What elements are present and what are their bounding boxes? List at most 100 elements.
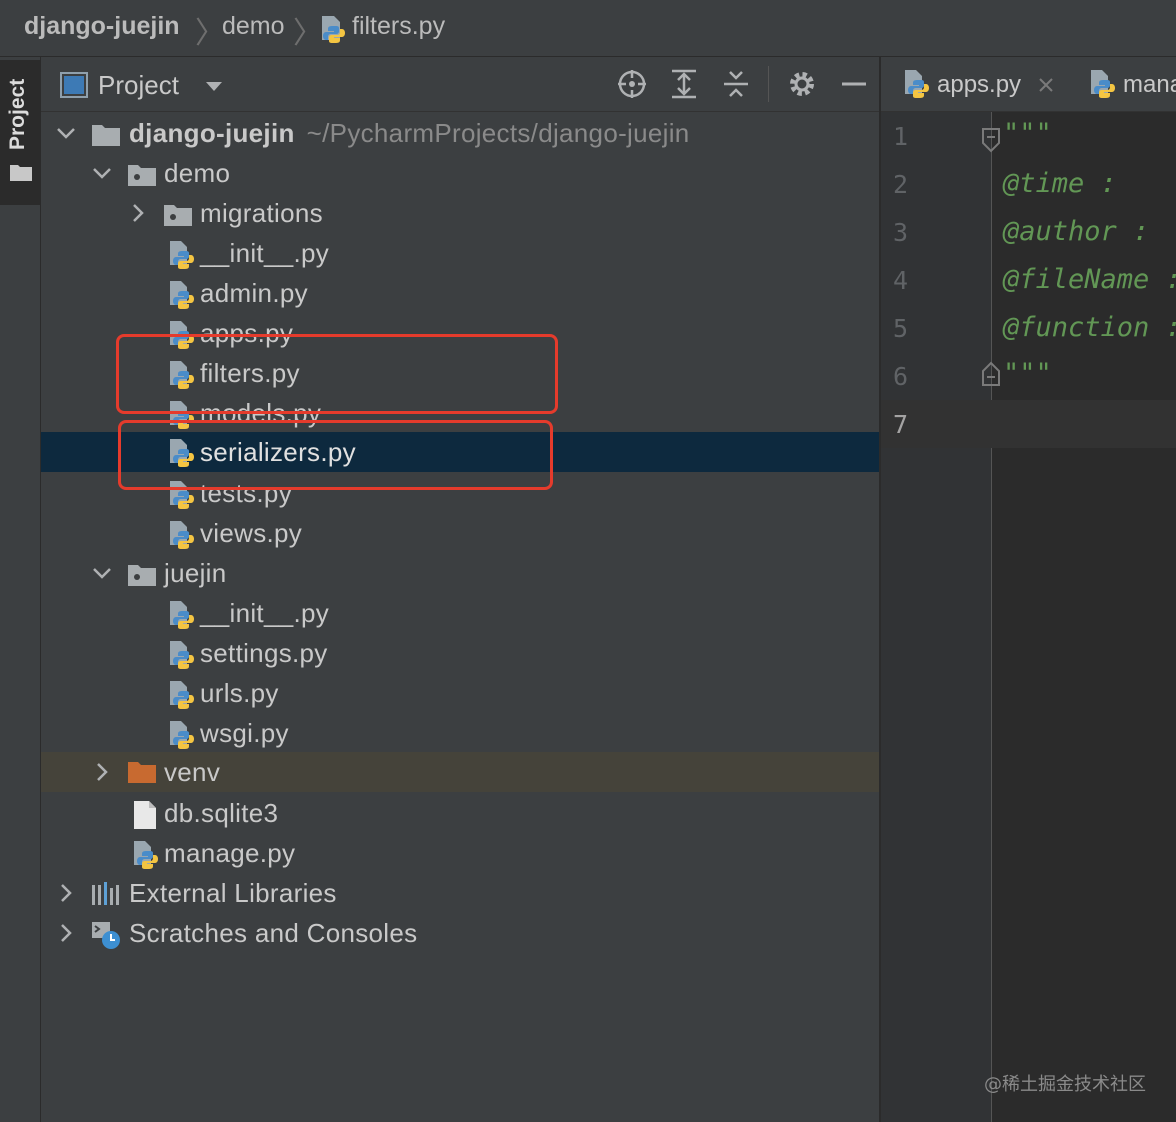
- text-file-icon: [134, 801, 156, 829]
- code-line: @author :: [1003, 216, 1150, 247]
- python-file-icon: [170, 521, 194, 549]
- library-icon: [92, 882, 119, 905]
- package-folder-icon: [128, 565, 156, 586]
- highlight-box-filters: [116, 334, 558, 414]
- tree-root-label: django-juejin ~/PycharmProjects/django-ju…: [129, 118, 690, 148]
- scratches-icon: [92, 922, 120, 949]
- python-file-icon: [170, 281, 194, 309]
- chevron-down-icon[interactable]: [204, 80, 224, 94]
- breadcrumb: django-juejin 〉 demo 〉 filters.py: [0, 0, 1176, 57]
- hide-icon[interactable]: [838, 68, 870, 100]
- line-number: 6: [893, 362, 909, 391]
- python-file-icon: [170, 241, 194, 269]
- python-file-icon: [134, 841, 158, 869]
- excluded-folder-icon: [128, 762, 156, 783]
- highlight-box-serializers: [118, 420, 553, 490]
- line-number: 4: [893, 266, 909, 295]
- python-file-icon: [322, 16, 345, 43]
- tree-file[interactable]: admin.py: [41, 274, 879, 314]
- tree-file[interactable]: wsgi.py: [41, 714, 879, 754]
- chevron-right-icon[interactable]: [91, 761, 113, 783]
- python-file-icon: [170, 721, 194, 749]
- expand-all-icon[interactable]: [668, 68, 700, 100]
- python-file-icon: [170, 681, 194, 709]
- tab-apps-py[interactable]: apps.py: [937, 71, 1021, 99]
- tree-label: views.py: [200, 518, 303, 548]
- chevron-down-icon[interactable]: [91, 562, 113, 584]
- tree-label: manage.py: [164, 838, 296, 868]
- code-line: @function :: [1003, 312, 1176, 343]
- code-line: @fileName :: [1003, 264, 1176, 295]
- folder-icon: [10, 165, 32, 181]
- gear-icon[interactable]: [786, 68, 818, 100]
- breadcrumb-separator: 〉: [195, 17, 225, 50]
- fold-icon[interactable]: [981, 361, 1001, 387]
- breadcrumb-root[interactable]: django-juejin: [24, 12, 180, 41]
- toolbar-divider: [768, 66, 769, 102]
- tree-file[interactable]: __init__.py: [41, 594, 879, 634]
- python-file-icon: [170, 601, 194, 629]
- tree-folder-juejin[interactable]: juejin: [41, 554, 879, 594]
- chevron-right-icon[interactable]: [55, 922, 77, 944]
- tree-label: __init__.py: [200, 238, 330, 268]
- watermark: @稀土掘金技术社区: [984, 1074, 1146, 1095]
- locate-icon[interactable]: [616, 68, 648, 100]
- editor-tab-bar: apps.py mana: [881, 57, 1176, 112]
- editor-gutter: [881, 112, 992, 1122]
- chevron-right-icon[interactable]: [127, 202, 149, 224]
- tree-label: urls.py: [200, 678, 279, 708]
- line-number: 3: [893, 218, 909, 247]
- tree-file[interactable]: urls.py: [41, 674, 879, 714]
- chevron-right-icon[interactable]: [55, 882, 77, 904]
- tree-label: __init__.py: [200, 598, 330, 628]
- python-file-icon: [1091, 70, 1115, 98]
- project-view-icon: [60, 72, 88, 98]
- line-number: 5: [893, 314, 909, 343]
- line-number: 1: [893, 122, 909, 151]
- tree-file[interactable]: __init__.py: [41, 234, 879, 274]
- code-line: """: [1003, 358, 1052, 389]
- package-folder-icon: [128, 165, 156, 186]
- tree-external-libraries[interactable]: External Libraries: [41, 874, 879, 914]
- tree-file[interactable]: settings.py: [41, 634, 879, 674]
- folder-icon: [92, 125, 120, 146]
- python-file-icon: [170, 641, 194, 669]
- tree-label: db.sqlite3: [164, 798, 279, 828]
- tree-label: juejin: [164, 558, 227, 588]
- close-icon[interactable]: [1038, 77, 1054, 93]
- project-tool-label: Project: [6, 78, 29, 150]
- tree-scratches[interactable]: Scratches and Consoles: [41, 914, 879, 954]
- code-line: @time :: [1003, 168, 1117, 199]
- line-number: 2: [893, 170, 909, 199]
- tree-folder-migrations[interactable]: migrations: [41, 194, 879, 234]
- chevron-down-icon[interactable]: [55, 122, 77, 144]
- tree-label: migrations: [200, 198, 323, 228]
- tree-root[interactable]: django-juejin ~/PycharmProjects/django-ju…: [41, 114, 879, 154]
- tree-label: settings.py: [200, 638, 328, 668]
- tree-folder-demo[interactable]: demo: [41, 154, 879, 194]
- project-panel-title[interactable]: Project: [98, 70, 179, 101]
- package-folder-icon: [164, 205, 192, 226]
- project-tree: django-juejin ~/PycharmProjects/django-ju…: [41, 112, 879, 1122]
- fold-icon[interactable]: [981, 127, 1001, 153]
- tree-label: venv: [164, 757, 221, 787]
- breadcrumb-demo[interactable]: demo: [222, 12, 285, 41]
- line-number: 7: [893, 410, 909, 439]
- collapse-all-icon[interactable]: [720, 68, 752, 100]
- tree-label: demo: [164, 158, 231, 188]
- tree-file[interactable]: manage.py: [41, 834, 879, 874]
- python-file-icon: [905, 70, 929, 98]
- tree-label: Scratches and Consoles: [129, 918, 418, 948]
- chevron-down-icon[interactable]: [91, 162, 113, 184]
- tree-file[interactable]: db.sqlite3: [41, 794, 879, 834]
- tree-folder-venv[interactable]: venv: [41, 752, 879, 792]
- tree-label: External Libraries: [129, 878, 337, 908]
- tree-label: wsgi.py: [200, 718, 289, 748]
- current-line-highlight: [881, 400, 1176, 448]
- tab-manage-py[interactable]: mana: [1123, 71, 1176, 99]
- tree-file[interactable]: views.py: [41, 514, 879, 554]
- tree-label: admin.py: [200, 278, 308, 308]
- code-line: """: [1003, 118, 1052, 149]
- breadcrumb-file[interactable]: filters.py: [352, 12, 445, 41]
- tool-window-strip: [0, 57, 41, 1122]
